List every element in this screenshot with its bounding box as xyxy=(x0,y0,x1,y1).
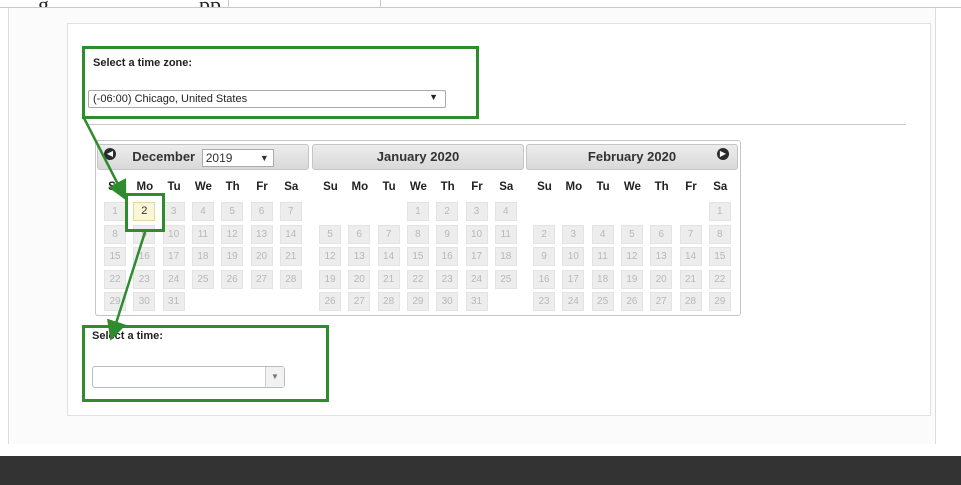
arrow-timezone-to-date xyxy=(82,117,127,201)
annotation-arrows xyxy=(82,117,147,341)
page-footer xyxy=(0,456,961,485)
arrow-date-to-time xyxy=(107,231,147,341)
